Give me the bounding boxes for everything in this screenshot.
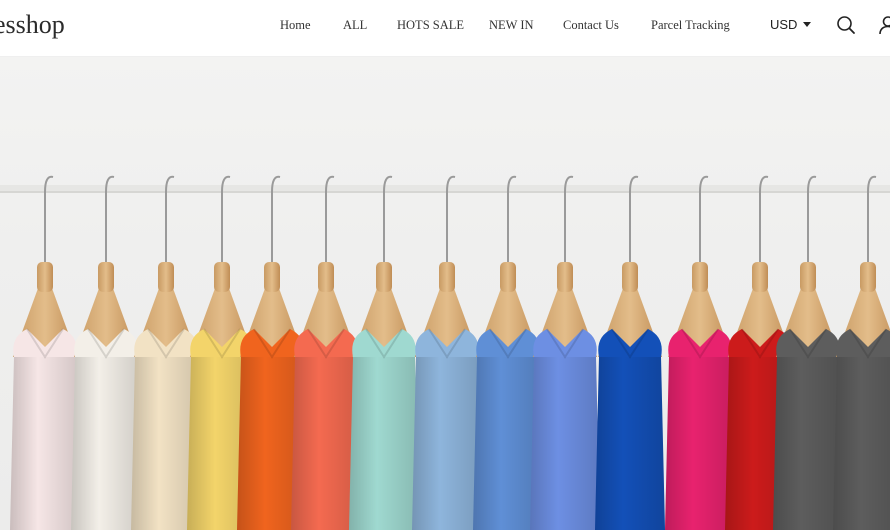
- currency-label: USD: [770, 17, 798, 32]
- garment-on-hanger: [349, 175, 419, 530]
- garment-on-hanger: [71, 175, 141, 530]
- garment-on-hanger: [833, 175, 890, 530]
- nav-new-in[interactable]: NEW IN: [489, 16, 534, 34]
- clothing-rack-image: [0, 175, 890, 530]
- garment-on-hanger: [773, 175, 843, 530]
- currency-selector[interactable]: USD: [770, 15, 812, 35]
- garment-on-hanger: [665, 175, 735, 530]
- nav-home[interactable]: Home: [280, 16, 311, 34]
- garment-on-hanger: [530, 175, 600, 530]
- garment-on-hanger: [595, 175, 665, 530]
- site-header: esshop Home ALL HOTS SALE NEW IN Contact…: [0, 0, 890, 57]
- nav-contact-us[interactable]: Contact Us: [563, 16, 619, 34]
- rack-rail: [0, 185, 890, 191]
- hero-banner[interactable]: [0, 57, 890, 530]
- site-logo[interactable]: esshop: [0, 7, 65, 43]
- nav-parcel-tracking[interactable]: Parcel Tracking: [651, 16, 730, 34]
- search-icon[interactable]: [835, 14, 857, 36]
- caret-down-icon: [803, 22, 812, 28]
- garment-on-hanger: [10, 175, 80, 530]
- nav-all[interactable]: ALL: [343, 16, 367, 34]
- garment-on-hanger: [412, 175, 482, 530]
- user-icon[interactable]: [877, 14, 890, 36]
- nav-hots-sale[interactable]: HOTS SALE: [397, 16, 464, 34]
